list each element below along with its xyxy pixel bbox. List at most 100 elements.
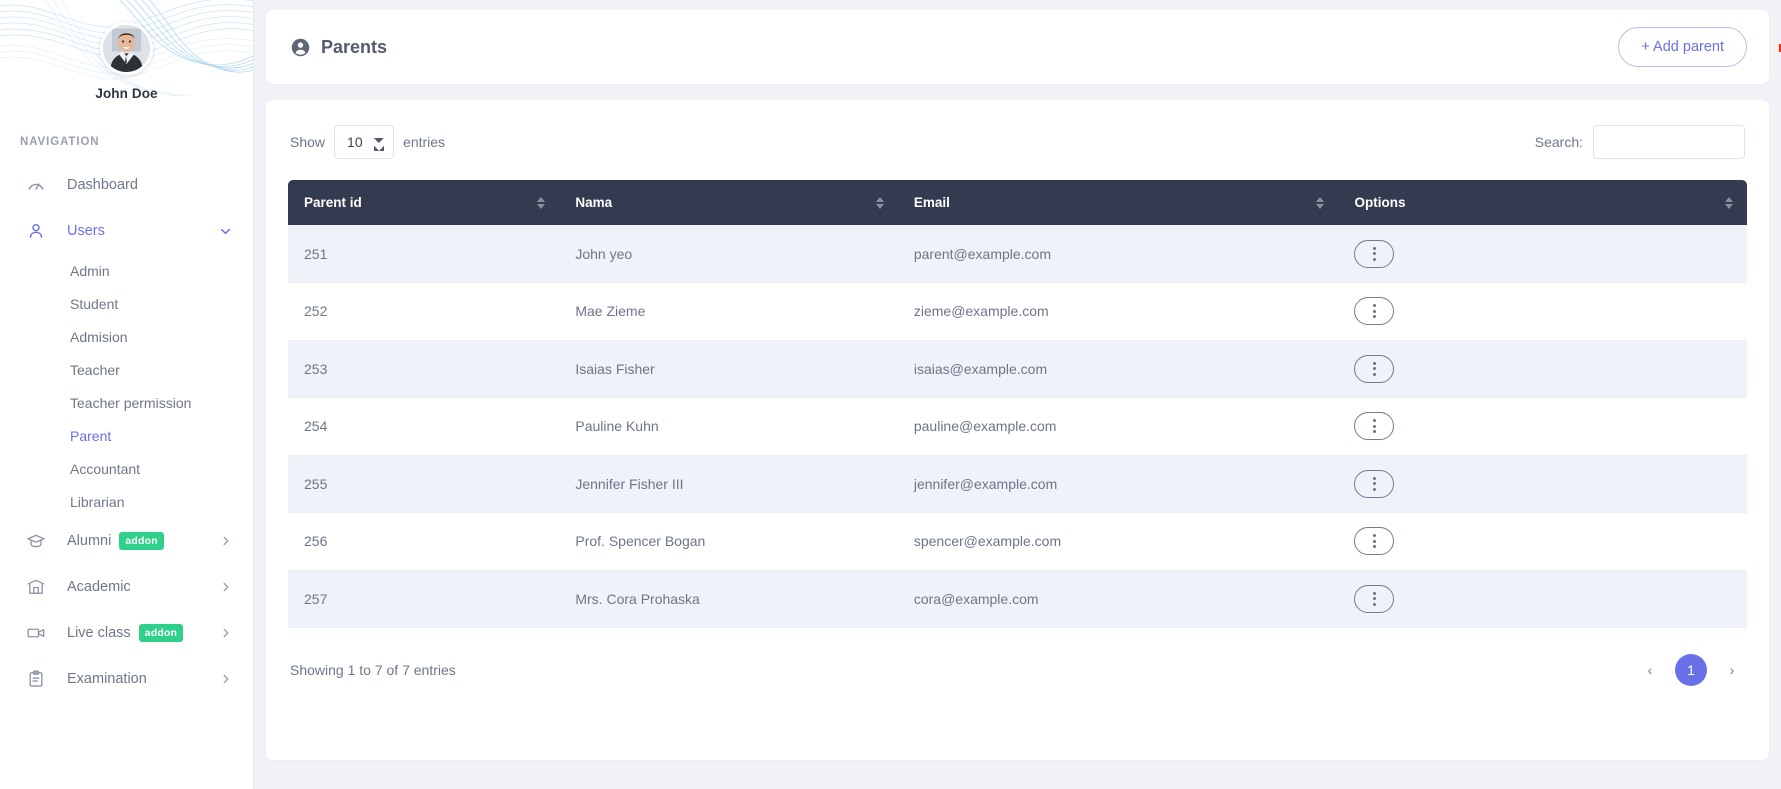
pagination-next-button[interactable]: › xyxy=(1719,657,1745,683)
sidebar-item-label: Academic xyxy=(67,579,131,595)
sidebar-item-admision[interactable]: Admision xyxy=(0,320,253,353)
addon-badge: addon xyxy=(119,531,164,551)
sidebar-item-examination[interactable]: Examination xyxy=(0,656,253,702)
parents-table-card: Show 10 25 50 100 entries Search: xyxy=(266,100,1769,760)
sidebar-subitem-label: Admision xyxy=(70,328,128,345)
cell-parent-id: 254 xyxy=(288,397,560,456)
school-building-icon xyxy=(25,576,47,598)
pagination: ‹ 1 › xyxy=(1637,654,1745,686)
cell-parent-id: 255 xyxy=(288,455,560,513)
cell-parent-id: 253 xyxy=(288,340,560,398)
sort-icon xyxy=(1725,196,1733,209)
sidebar-item-teacher[interactable]: Teacher xyxy=(0,353,253,386)
search-control: Search: xyxy=(1535,125,1745,159)
sidebar-subitem-label: Teacher xyxy=(70,361,120,378)
chevron-right-icon xyxy=(219,534,233,548)
table-row: 255 Jennifer Fisher III jennifer@example… xyxy=(288,455,1747,513)
user-icon xyxy=(25,220,47,242)
sidebar-item-label: Alumni xyxy=(67,533,112,549)
entries-info: Showing 1 to 7 of 7 entries xyxy=(290,662,456,678)
sidebar-subitem-label: Admin xyxy=(70,262,110,279)
sort-icon xyxy=(537,196,546,209)
column-header-options[interactable]: Options xyxy=(1338,180,1747,225)
sidebar-subitem-label: Student xyxy=(70,295,119,312)
sidebar-item-accountant[interactable]: Accountant xyxy=(0,452,253,485)
sidebar-item-admin[interactable]: Admin xyxy=(0,254,253,287)
table-row: 254 Pauline Kuhn pauline@example.com xyxy=(288,397,1747,456)
sidebar-item-dashboard[interactable]: Dashboard xyxy=(0,162,253,208)
column-header-parent-id[interactable]: Parent id xyxy=(288,180,560,225)
cell-options xyxy=(1338,282,1747,341)
cell-name: Mrs. Cora Prohaska xyxy=(559,570,898,628)
profile-name: John Doe xyxy=(95,86,158,101)
cell-options xyxy=(1338,340,1747,398)
cell-email: jennifer@example.com xyxy=(897,455,1339,513)
app-root: John Doe NAVIGATION Dashboard Users Admi… xyxy=(0,0,1781,789)
sidebar-item-teacher-permission[interactable]: Teacher permission xyxy=(0,386,253,419)
table-head: Parent id Nama Email Options xyxy=(288,180,1747,225)
entries-label: entries xyxy=(403,134,446,150)
sidebar-item-live-class[interactable]: Live class addon xyxy=(0,610,253,656)
table-row: 251 John yeo parent@example.com xyxy=(288,225,1747,283)
main-content: Parents + Add parent Show 10 25 50 100 e… xyxy=(254,0,1781,789)
sort-icon xyxy=(875,196,884,209)
sidebar-item-users[interactable]: Users xyxy=(0,208,253,254)
sidebar-nav: Dashboard Users Admin Student Admision T… xyxy=(0,162,253,702)
sidebar-item-alumni[interactable]: Alumni addon xyxy=(0,518,253,564)
sidebar-item-student[interactable]: Student xyxy=(0,287,253,320)
cell-options xyxy=(1338,455,1747,513)
row-options-button[interactable] xyxy=(1354,354,1395,383)
row-options-button[interactable] xyxy=(1354,297,1395,326)
pagination-prev-button[interactable]: ‹ xyxy=(1637,657,1663,683)
cell-email: cora@example.com xyxy=(897,570,1339,628)
chevron-right-icon xyxy=(219,672,233,686)
cell-name: Jennifer Fisher III xyxy=(559,455,898,513)
row-options-button[interactable] xyxy=(1354,412,1395,441)
add-parent-button[interactable]: + Add parent xyxy=(1618,27,1747,67)
page-title-text: Parents xyxy=(321,36,388,57)
cell-options xyxy=(1338,512,1747,571)
table-body: 251 John yeo parent@example.com 252 Mae … xyxy=(288,225,1747,628)
row-options-button[interactable] xyxy=(1354,584,1395,613)
graduation-cap-icon xyxy=(25,530,47,552)
chevron-right-icon xyxy=(219,580,233,594)
cell-parent-id: 257 xyxy=(288,570,560,628)
column-header-email[interactable]: Email xyxy=(897,180,1339,225)
sidebar-item-parent[interactable]: Parent xyxy=(0,419,253,452)
entries-per-page-select[interactable]: 10 25 50 100 xyxy=(334,125,395,159)
search-label: Search: xyxy=(1534,134,1583,150)
show-label: Show xyxy=(290,134,326,150)
cell-parent-id: 256 xyxy=(288,512,560,571)
table-row: 256 Prof. Spencer Bogan spencer@example.… xyxy=(288,512,1747,571)
account-circle-icon xyxy=(290,37,311,58)
sidebar-item-label: Examination xyxy=(67,671,147,687)
video-camera-icon xyxy=(25,622,47,644)
row-options-button[interactable] xyxy=(1354,469,1395,498)
addon-badge: addon xyxy=(138,623,184,643)
chevron-right-icon xyxy=(219,626,233,640)
cell-email: pauline@example.com xyxy=(897,397,1339,456)
row-options-button[interactable] xyxy=(1354,527,1395,556)
cell-email: zieme@example.com xyxy=(897,282,1339,341)
chevron-down-icon xyxy=(218,224,233,239)
pagination-page-1[interactable]: 1 xyxy=(1675,654,1707,686)
sidebar-profile: John Doe xyxy=(0,0,253,101)
search-input[interactable] xyxy=(1593,125,1745,159)
sidebar-item-librarian[interactable]: Librarian xyxy=(0,485,253,518)
sidebar-item-academic[interactable]: Academic xyxy=(0,564,253,610)
cell-email: isaias@example.com xyxy=(897,340,1339,398)
speedometer-icon xyxy=(25,174,47,196)
row-options-button[interactable] xyxy=(1354,239,1395,268)
nav-section-heading: NAVIGATION xyxy=(20,136,100,148)
cell-name: Isaias Fisher xyxy=(559,340,898,398)
cell-options xyxy=(1338,225,1747,283)
page-header-card: Parents + Add parent xyxy=(266,10,1769,84)
cell-options xyxy=(1338,397,1747,456)
column-header-nama[interactable]: Nama xyxy=(559,180,898,225)
sidebar-item-label: Live class xyxy=(67,625,131,641)
entries-length-control: Show 10 25 50 100 entries xyxy=(290,125,445,159)
parents-table: Parent id Nama Email Options 251 John ye… xyxy=(288,180,1747,628)
sidebar-subitem-label: Accountant xyxy=(70,460,141,477)
cell-name: Prof. Spencer Bogan xyxy=(559,512,898,571)
table-footer: Showing 1 to 7 of 7 entries ‹ 1 › xyxy=(288,654,1747,686)
